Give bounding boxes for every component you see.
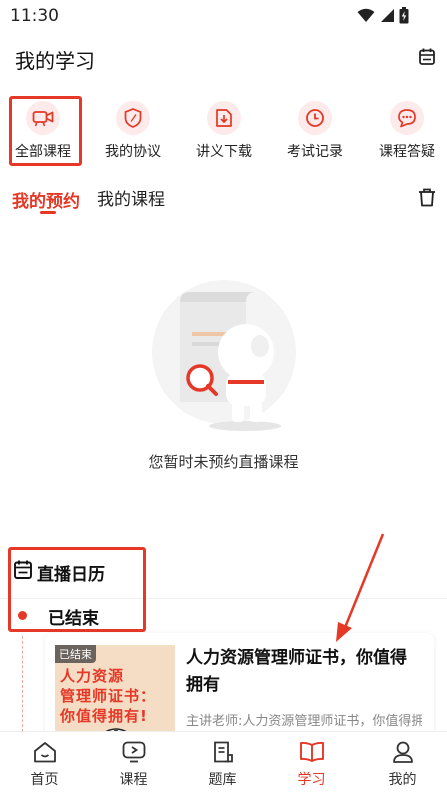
thumbnail-text: 管理师证书： — [60, 687, 157, 705]
empty-state-illustration — [150, 280, 298, 438]
quick-nav-label: 我的协议 — [105, 144, 161, 160]
tabbar-mine[interactable]: 我的 — [358, 732, 447, 795]
signal-icon — [381, 9, 394, 22]
quick-nav-course-qa[interactable]: 课程答疑 — [364, 100, 447, 166]
tabbar-question-bank[interactable]: 题库 — [178, 732, 267, 795]
tabbar-home[interactable]: 首页 — [0, 732, 89, 795]
bottom-tab-bar: 首页 课程 题库 学习 我的 — [0, 731, 447, 795]
thumbnail-text: 人力资源 — [60, 667, 125, 685]
quick-nav-label: 讲义下载 — [196, 144, 252, 160]
status-time: 11:30 — [10, 6, 59, 26]
delete-button[interactable] — [418, 188, 436, 211]
clock-icon — [298, 101, 332, 135]
quick-nav-label: 考试记录 — [287, 144, 343, 160]
tabbar-courses[interactable]: 课程 — [89, 732, 178, 795]
calendar-button[interactable] — [419, 48, 435, 69]
highlight-box-live-calendar — [8, 547, 146, 632]
wifi-icon — [357, 8, 375, 22]
tabbar-label: 学习 — [297, 772, 326, 788]
quick-nav-label: 课程答疑 — [379, 144, 435, 160]
empty-state-text: 您暂时未预约直播课程 — [148, 453, 299, 471]
battery-icon — [399, 7, 409, 24]
shield-pen-icon — [116, 101, 150, 135]
quick-nav-handout-download[interactable]: 讲义下载 — [181, 100, 267, 166]
calendar-icon — [419, 48, 435, 65]
tabbar-label: 首页 — [30, 772, 59, 788]
active-tab-indicator — [40, 211, 56, 214]
highlight-box-all-courses — [9, 96, 82, 166]
page-title: 我的学习 — [15, 49, 95, 73]
download-doc-icon — [207, 101, 241, 135]
home-icon — [33, 742, 56, 763]
play-icon — [122, 741, 145, 763]
tabbar-label: 题库 — [208, 772, 237, 788]
thumbnail-text: 你值得拥有! — [60, 707, 148, 725]
tabbar-label: 我的 — [388, 772, 417, 788]
course-teacher: 主讲老师:人力资源管理师证书，你值得拥有 — [186, 714, 422, 729]
trash-icon — [419, 188, 435, 207]
status-icons — [357, 7, 409, 24]
course-thumbnail: 人力资源 管理师证书： 你值得拥有! 已结束 — [55, 645, 175, 743]
question-bank-icon — [213, 741, 233, 763]
user-icon — [392, 741, 413, 763]
tab-my-reservations[interactable]: 我的预约 — [12, 187, 80, 212]
course-card[interactable]: 人力资源 管理师证书： 你值得拥有! 已结束 人力资源管理师证书，你值得拥有 主… — [45, 633, 434, 743]
annotation-arrow — [336, 533, 385, 642]
tabbar-label: 课程 — [119, 772, 148, 788]
chat-bubble-icon — [390, 101, 424, 135]
course-title: 人力资源管理师证书，你值得拥有 — [186, 648, 407, 695]
quick-nav-agreements[interactable]: 我的协议 — [90, 100, 176, 166]
timeline-line — [22, 636, 23, 732]
status-bar: 11:30 — [0, 0, 447, 32]
tabbar-study[interactable]: 学习 — [267, 732, 356, 795]
book-icon — [299, 741, 324, 762]
tab-my-courses[interactable]: 我的课程 — [97, 185, 165, 210]
quick-nav-exam-records[interactable]: 考试记录 — [272, 100, 358, 166]
ended-badge: 已结束 — [55, 645, 96, 663]
